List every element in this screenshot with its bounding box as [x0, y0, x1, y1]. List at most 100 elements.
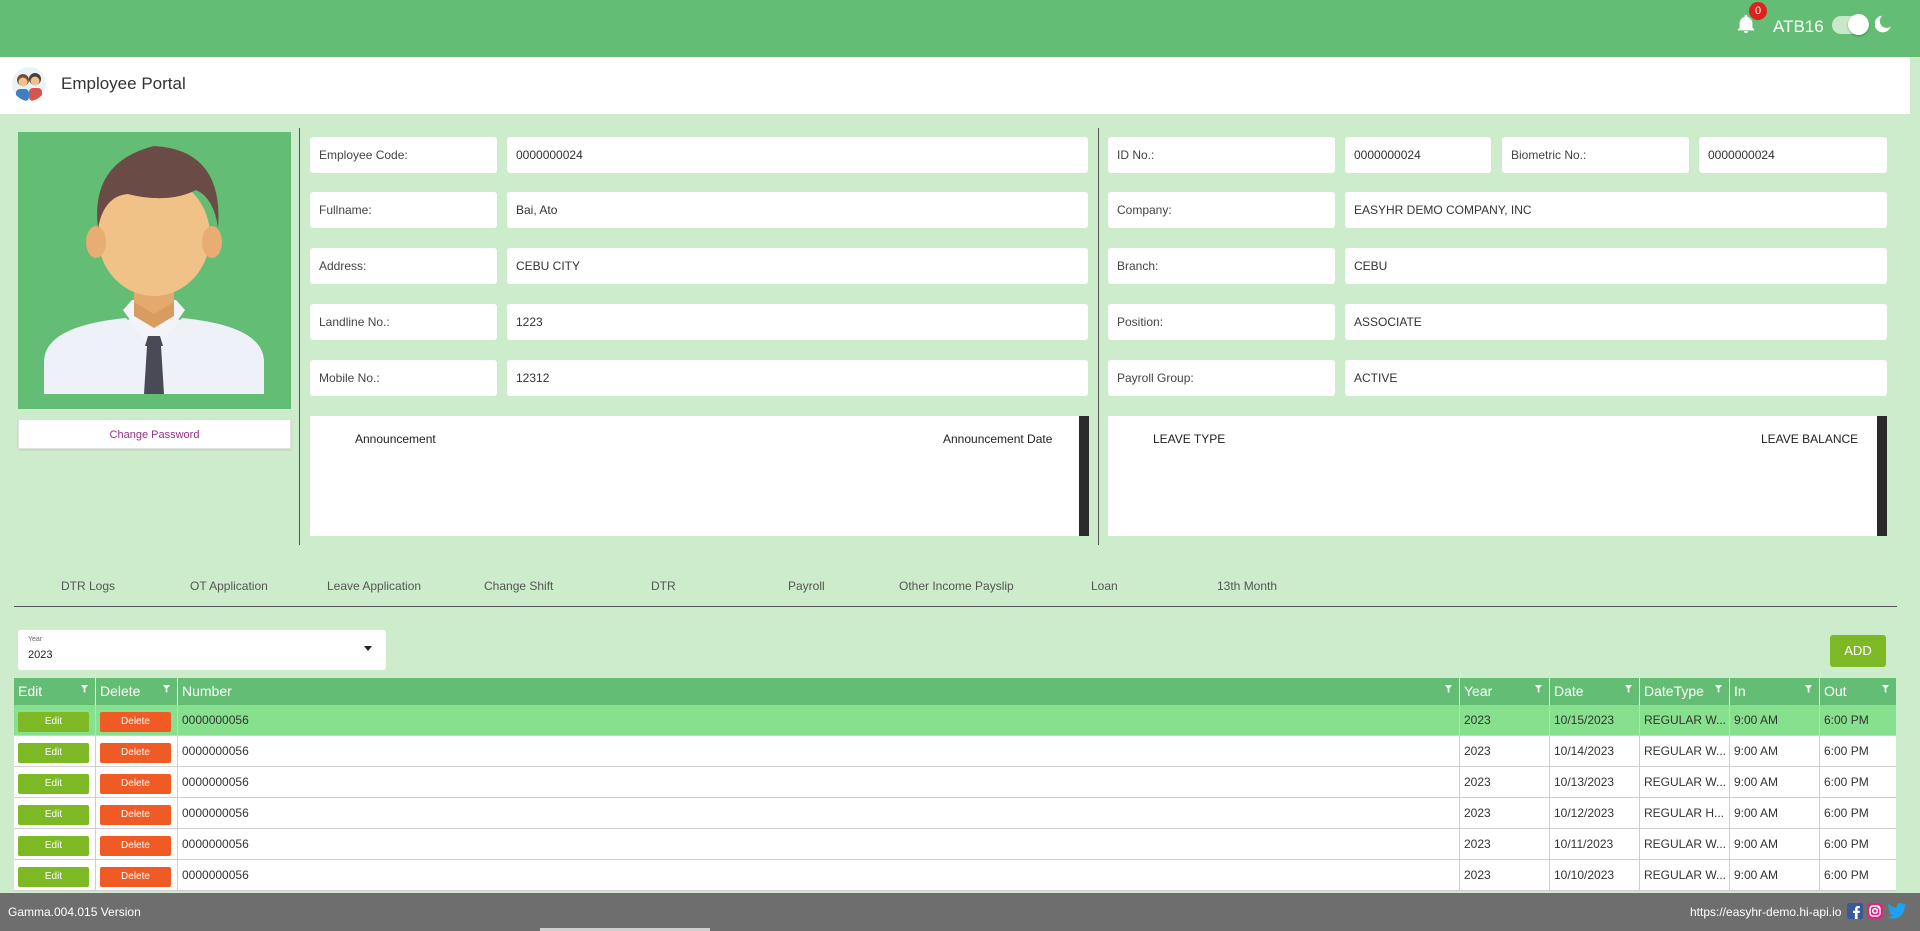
filter-icon[interactable]	[1625, 685, 1632, 693]
column-header-out[interactable]: Out	[1820, 678, 1896, 705]
column-header-datetype[interactable]: DateType	[1640, 678, 1730, 705]
fullname-field[interactable]: Bai, Ato	[507, 192, 1088, 228]
table-row[interactable]: Edit Delete 0000000056 2023 10/10/2023 R…	[14, 860, 1896, 891]
out-cell: 6:00 PM	[1824, 713, 1869, 727]
tab-divider	[14, 606, 1897, 607]
version-label: Gamma.004.015 Version	[8, 905, 141, 919]
delete-button[interactable]: Delete	[100, 743, 171, 763]
filter-icon[interactable]	[1715, 685, 1722, 693]
delete-button[interactable]: Delete	[100, 774, 171, 794]
id-no-field[interactable]: 0000000024	[1345, 137, 1491, 173]
date-cell: 10/10/2023	[1550, 860, 1640, 891]
leave-type-column-header: LEAVE TYPE	[1153, 432, 1226, 446]
delete-button[interactable]: Delete	[100, 805, 171, 825]
payroll-group-field[interactable]: ACTIVE	[1345, 360, 1887, 396]
tab-dtr-logs[interactable]: DTR Logs	[61, 579, 115, 593]
in-cell: 9:00 AM	[1730, 829, 1820, 860]
datetype-cell: REGULAR W...	[1640, 705, 1730, 736]
page-title: Employee Portal	[61, 74, 186, 93]
number-cell: 0000000056	[178, 829, 1460, 860]
edit-button[interactable]: Edit	[18, 836, 89, 856]
column-header-year[interactable]: Year	[1460, 678, 1550, 705]
delete-button[interactable]: Delete	[100, 867, 171, 887]
leave-scrollbar[interactable]	[1877, 416, 1887, 536]
filter-icon[interactable]	[81, 685, 88, 693]
address-label: Address:	[310, 248, 497, 284]
edit-button[interactable]: Edit	[18, 805, 89, 825]
filter-icon[interactable]	[1535, 685, 1542, 693]
datetype-cell: REGULAR W...	[1640, 829, 1730, 860]
mobile-label: Mobile No.:	[310, 360, 497, 396]
column-header-in[interactable]: In	[1730, 678, 1820, 705]
tab-other-income-payslip[interactable]: Other Income Payslip	[899, 579, 1014, 593]
datetype-cell: REGULAR W...	[1640, 860, 1730, 891]
filter-icon[interactable]	[1805, 685, 1812, 693]
edit-button[interactable]: Edit	[18, 774, 89, 794]
in-cell: 9:00 AM	[1730, 798, 1820, 829]
footer: Gamma.004.015 Version https://easyhr-dem…	[0, 893, 1920, 931]
column-header-label: Date	[1554, 683, 1584, 699]
company-field[interactable]: EASYHR DEMO COMPANY, INC	[1345, 192, 1887, 228]
year-cell: 2023	[1460, 860, 1550, 891]
biometric-field[interactable]: 0000000024	[1699, 137, 1887, 173]
table-row[interactable]: Edit Delete 0000000056 2023 10/13/2023 R…	[14, 767, 1896, 798]
tab-loan[interactable]: Loan	[1091, 579, 1118, 593]
column-header-date[interactable]: Date	[1550, 678, 1640, 705]
twitter-icon[interactable]	[1887, 903, 1907, 919]
date-cell: 10/15/2023	[1550, 705, 1640, 736]
out-cell: 6:00 PM	[1824, 837, 1869, 851]
tab-leave-application[interactable]: Leave Application	[327, 579, 421, 593]
employee-code-label: Employee Code:	[310, 137, 497, 173]
column-header-edit[interactable]: Edit	[14, 678, 96, 705]
year-cell: 2023	[1460, 798, 1550, 829]
table-row[interactable]: Edit Delete 0000000056 2023 10/12/2023 R…	[14, 798, 1896, 829]
column-header-delete[interactable]: Delete	[96, 678, 178, 705]
edit-button[interactable]: Edit	[18, 867, 89, 887]
address-field[interactable]: CEBU CITY	[507, 248, 1088, 284]
position-label: Position:	[1108, 304, 1335, 340]
tab-ot-application[interactable]: OT Application	[190, 579, 268, 593]
filter-icon[interactable]	[1445, 685, 1452, 693]
date-cell: 10/13/2023	[1550, 767, 1640, 798]
tab-payroll[interactable]: Payroll	[788, 579, 825, 593]
theme-toggle-knob[interactable]	[1848, 14, 1869, 35]
date-cell: 10/12/2023	[1550, 798, 1640, 829]
year-select-label: Year	[28, 636, 43, 643]
table-row[interactable]: Edit Delete 0000000056 2023 10/15/2023 R…	[14, 705, 1896, 736]
top-bar: 0 ATB16	[0, 0, 1920, 57]
delete-button[interactable]: Delete	[100, 836, 171, 856]
datetype-cell: REGULAR W...	[1640, 767, 1730, 798]
footer-url-link[interactable]: https://easyhr-demo.hi-api.io	[1690, 905, 1841, 919]
branch-field[interactable]: CEBU	[1345, 248, 1887, 284]
year-cell: 2023	[1460, 767, 1550, 798]
year-select[interactable]: Year 2023	[18, 630, 386, 670]
change-password-button[interactable]: Change Password	[18, 419, 291, 449]
year-cell: 2023	[1460, 705, 1550, 736]
landline-field[interactable]: 1223	[507, 304, 1088, 340]
user-name[interactable]: ATB16	[1773, 17, 1824, 37]
column-header-label: Year	[1464, 683, 1493, 699]
employee-code-field[interactable]: 0000000024	[507, 137, 1088, 173]
tab-dtr[interactable]: DTR	[651, 579, 676, 593]
biometric-label: Biometric No.:	[1502, 137, 1689, 173]
left-divider	[299, 128, 300, 545]
table-row[interactable]: Edit Delete 0000000056 2023 10/11/2023 R…	[14, 829, 1896, 860]
position-field[interactable]: ASSOCIATE	[1345, 304, 1887, 340]
edit-button[interactable]: Edit	[18, 712, 89, 732]
title-bar: Employee Portal	[0, 57, 1910, 114]
filter-icon[interactable]	[163, 685, 170, 693]
facebook-icon[interactable]	[1847, 903, 1863, 919]
column-header-number[interactable]: Number	[178, 678, 1460, 705]
edit-button[interactable]: Edit	[18, 743, 89, 763]
filter-icon[interactable]	[1882, 685, 1889, 693]
tab-13th-month[interactable]: 13th Month	[1217, 579, 1277, 593]
number-cell: 0000000056	[178, 705, 1460, 736]
column-header-label: Number	[182, 683, 232, 699]
mobile-field[interactable]: 12312	[507, 360, 1088, 396]
instagram-icon[interactable]	[1867, 903, 1883, 919]
tab-change-shift[interactable]: Change Shift	[484, 579, 553, 593]
delete-button[interactable]: Delete	[100, 712, 171, 732]
announcement-scrollbar[interactable]	[1079, 416, 1089, 536]
add-button[interactable]: ADD	[1830, 635, 1886, 667]
table-row[interactable]: Edit Delete 0000000056 2023 10/14/2023 R…	[14, 736, 1896, 767]
